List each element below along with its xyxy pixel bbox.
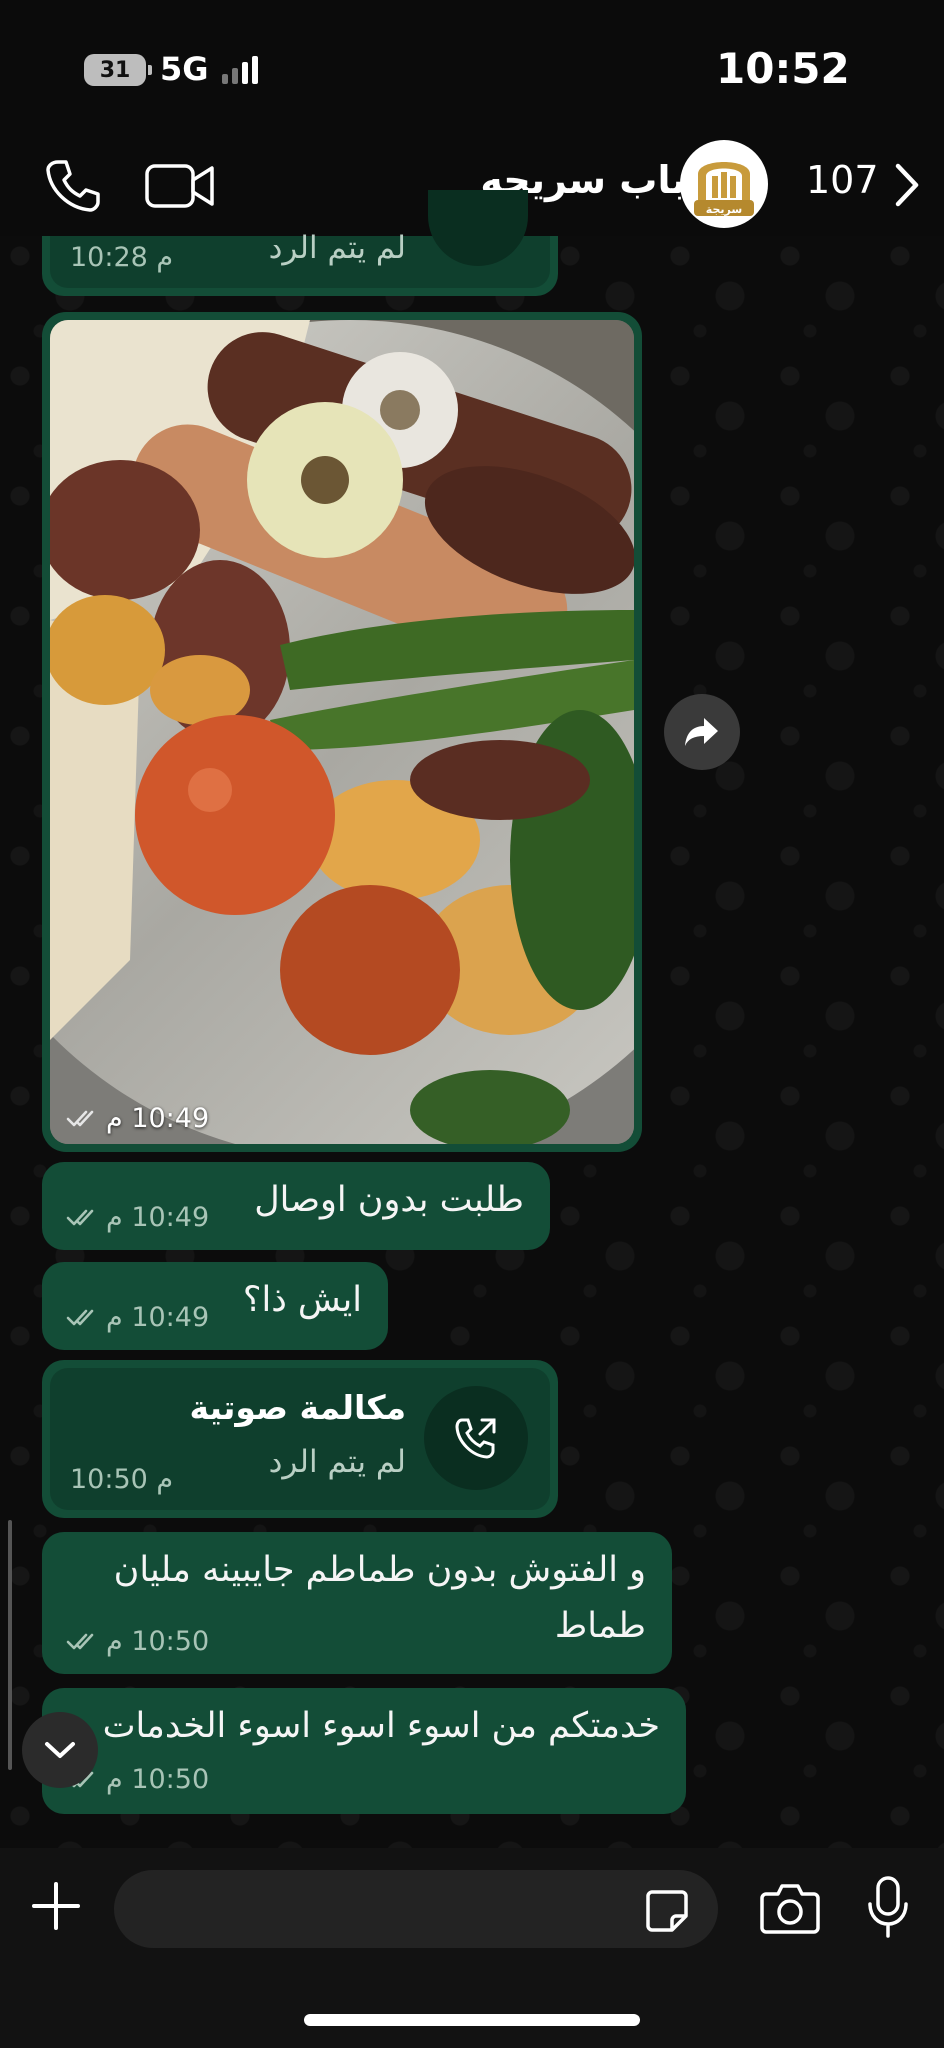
call-back-button[interactable] (424, 1386, 528, 1490)
message-time: 10:49 م (106, 1302, 210, 1333)
missed-voice-call-card[interactable]: مكالمة صوتية لم يتم الرد 10:50 م (42, 1360, 558, 1518)
missed-call-icon (455, 1418, 496, 1459)
network-type: 5G (160, 50, 209, 88)
photo-message[interactable]: 10:49 م (42, 312, 642, 1152)
double-check-icon (66, 1110, 94, 1126)
avatar-label: سريجة (706, 203, 742, 216)
sticker-icon[interactable] (644, 1888, 690, 1934)
contact-avatar[interactable]: سريجة (680, 140, 768, 228)
call-time: 10:28 م (70, 242, 174, 273)
message-text: خدمتكم من اسوء اسوء اسوء الخدمات (102, 1706, 660, 1746)
message-input[interactable] (114, 1870, 718, 1948)
message-text-line2: طماط (554, 1606, 646, 1646)
video-icon[interactable] (144, 158, 216, 214)
food-photo[interactable] (50, 320, 634, 1144)
battery-level: 31 (99, 57, 131, 83)
call-subtitle: لم يتم الرد (268, 1444, 406, 1480)
photo-time: 10:49 م (106, 1103, 210, 1134)
outgoing-message[interactable]: خدمتكم من اسوء اسوء اسوء الخدمات 10:50 م (42, 1688, 686, 1814)
home-indicator (304, 2014, 640, 2026)
message-meta: 10:50 م (66, 1626, 209, 1657)
message-text: طلبت بدون اوصال (254, 1180, 524, 1220)
outgoing-message[interactable]: و الفتوش بدون طماطم جايبينه مليان طماط 1… (42, 1532, 672, 1674)
chevron-down-icon (45, 1742, 75, 1758)
scroll-indicator[interactable] (8, 1520, 12, 1770)
double-check-icon (66, 1633, 94, 1649)
call-time: 10:50 م (70, 1464, 174, 1495)
plus-icon[interactable] (30, 1880, 82, 1932)
message-text: ايش ذا؟ (242, 1280, 362, 1320)
restaurant-logo-icon: سريجة (694, 162, 754, 216)
message-time: 10:49 م (106, 1202, 210, 1233)
scroll-to-bottom-button[interactable] (22, 1712, 98, 1788)
chevron-right-icon[interactable] (892, 160, 922, 210)
double-check-icon (66, 1309, 94, 1325)
message-time: 10:50 م (106, 1626, 210, 1657)
missed-call-card-top[interactable]: لم يتم الرد 10:28 م (42, 190, 558, 296)
double-check-icon (66, 1209, 94, 1225)
status-time: 10:52 (716, 44, 850, 93)
signal-icon (222, 56, 258, 84)
call-title: مكالمة صوتية (189, 1388, 406, 1427)
mic-icon[interactable] (866, 1876, 910, 1938)
phone-icon[interactable] (40, 154, 104, 218)
call-subtitle: لم يتم الرد (268, 230, 406, 266)
grilled-food-image (50, 320, 634, 1144)
unread-count[interactable]: 107 (806, 158, 879, 202)
message-text-line1: و الفتوش بدون طماطم جايبينه مليان (113, 1550, 646, 1590)
message-meta: 10:49 م (66, 1202, 209, 1233)
message-meta: 10:49 م (66, 1302, 209, 1333)
outgoing-message[interactable]: طلبت بدون اوصال 10:49 م (42, 1162, 550, 1250)
camera-icon[interactable] (760, 1882, 820, 1934)
message-input-bar (0, 1848, 944, 2048)
forward-button[interactable] (664, 694, 740, 770)
forward-icon (685, 718, 718, 746)
status-bar: 31 5G 10:52 (0, 0, 944, 140)
outgoing-message[interactable]: ايش ذا؟ 10:49 م (42, 1262, 388, 1350)
photo-meta: 10:49 م (66, 1103, 209, 1134)
battery-indicator: 31 (84, 54, 152, 86)
message-time: 10:50 م (106, 1764, 210, 1795)
